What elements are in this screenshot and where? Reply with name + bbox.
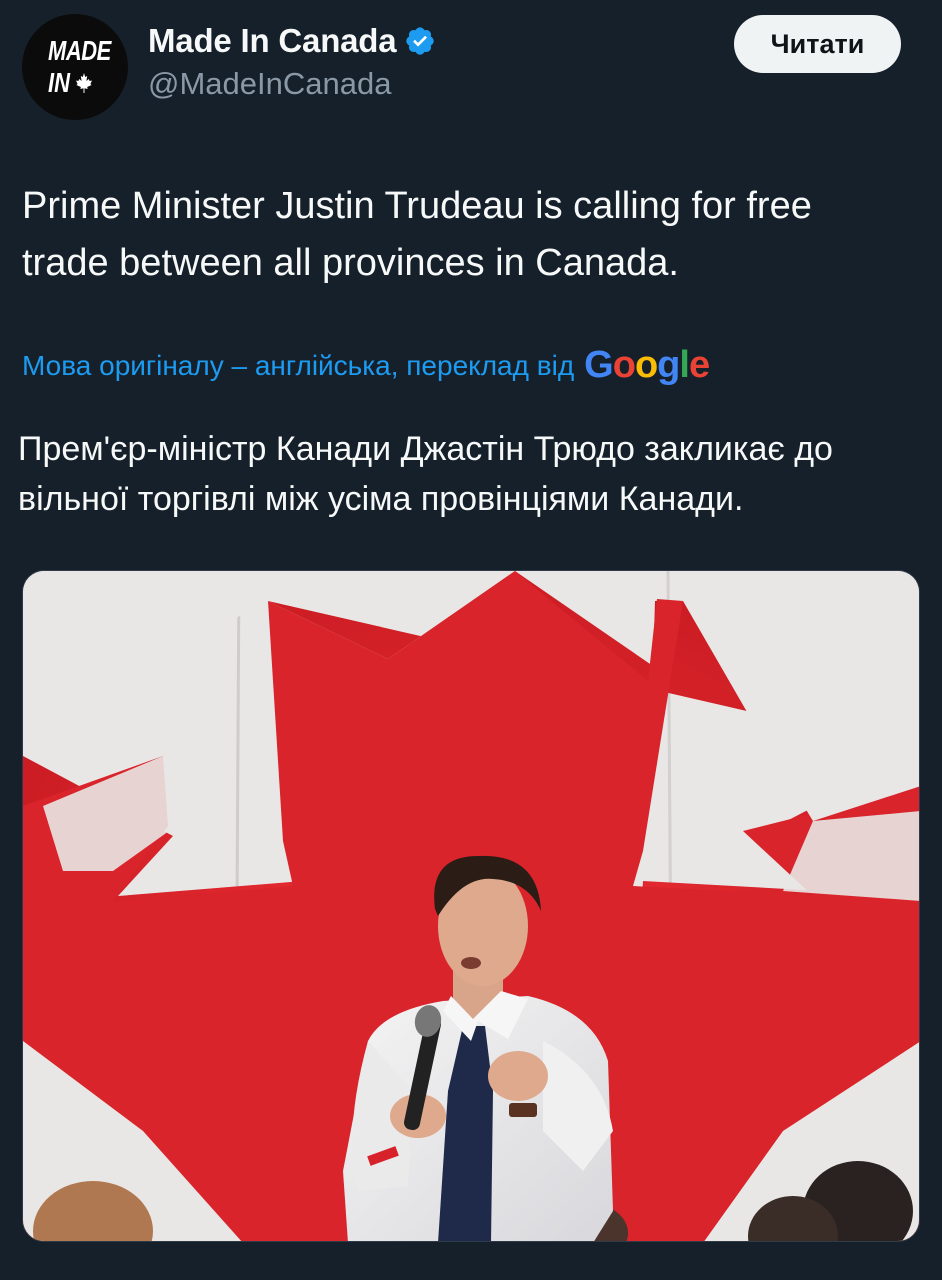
author-info: Made In Canada @MadeInCanada	[148, 22, 436, 102]
maple-leaf-icon	[76, 73, 92, 93]
author-avatar[interactable]: MADE IN	[22, 14, 128, 120]
tweet: MADE IN Made In Canada @MadeInCanada Чит…	[0, 0, 942, 1280]
verified-badge-icon	[406, 27, 435, 55]
translation-notice-text: Мова оригіналу – англійська, переклад ві…	[22, 349, 575, 381]
tweet-text: Prime Minister Justin Trudeau is calling…	[22, 185, 812, 284]
follow-button[interactable]: Читати	[734, 15, 901, 73]
photo-canvas	[23, 571, 919, 1241]
translated-text: Прем'єр-міністр Канади Джастін Трюдо зак…	[18, 430, 833, 518]
author-display-name[interactable]: Made In Canada	[148, 22, 397, 60]
author-handle[interactable]: @MadeInCanada	[148, 66, 436, 102]
avatar-text-in: IN	[48, 66, 70, 98]
google-logo: Google	[584, 344, 710, 386]
translation-notice[interactable]: Мова оригіналу – англійська, переклад ві…	[22, 344, 710, 387]
tweet-photo[interactable]	[22, 570, 920, 1242]
avatar-text-made: MADE	[48, 34, 111, 66]
